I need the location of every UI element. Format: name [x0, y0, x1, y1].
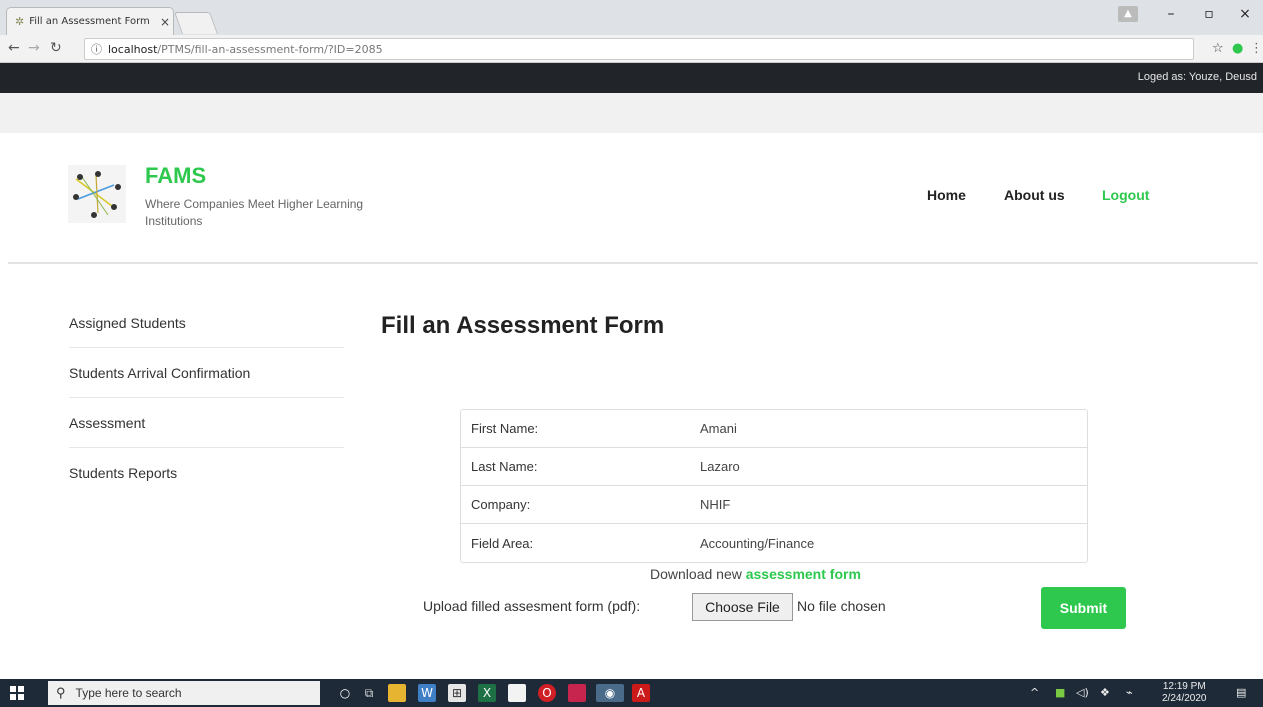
minimize-icon[interactable]: –	[1156, 6, 1186, 22]
brand-name[interactable]: FAMS	[145, 163, 206, 189]
sidebar: Assigned Students Students Arrival Confi…	[69, 298, 344, 498]
tray-expand-icon[interactable]: ^	[1030, 686, 1039, 699]
restore-icon[interactable]: ▫	[1194, 6, 1224, 22]
file-explorer-icon[interactable]	[388, 684, 406, 702]
profile-icon[interactable]: ▲	[1118, 6, 1138, 22]
dropbox-icon[interactable]: ❖	[1100, 686, 1110, 699]
download-prefix: Download new	[650, 566, 742, 582]
forward-icon[interactable]: →	[28, 40, 40, 56]
download-assessment-form-link[interactable]: assessment form	[746, 566, 861, 582]
search-icon: ⚲	[56, 685, 66, 700]
taskbar-clock[interactable]: 12:19 PM 2/24/2020	[1162, 681, 1207, 705]
nav-about[interactable]: About us	[1004, 187, 1065, 203]
table-row: First Name: Amani	[461, 410, 1087, 448]
task-view-icon[interactable]: ⧉	[360, 684, 378, 702]
tab-title: Fill an Assessment Form	[29, 16, 150, 27]
student-info-table: First Name: Amani Last Name: Lazaro Comp…	[460, 409, 1088, 563]
site-favicon-icon: ✲	[15, 15, 25, 28]
field-label: Field Area:	[471, 535, 534, 551]
browser-addressbar: ← → ↻ ⓘ localhost/PTMS/fill-an-assessmen…	[0, 35, 1263, 63]
back-icon[interactable]: ←	[8, 40, 20, 56]
logged-user-text: Loged as: Youze, Deusd	[1137, 71, 1257, 83]
choose-file-button[interactable]: Choose File	[692, 593, 793, 621]
url-host: localhost	[108, 42, 158, 56]
tray-app-icon[interactable]: ■	[1055, 686, 1065, 699]
sidebar-item-assigned-students[interactable]: Assigned Students	[69, 298, 344, 348]
tab-close-icon[interactable]: ×	[157, 15, 173, 29]
store-icon[interactable]: ⊞	[448, 684, 466, 702]
url-input[interactable]: ⓘ localhost/PTMS/fill-an-assessment-form…	[84, 38, 1194, 60]
clock-date: 2/24/2020	[1162, 693, 1207, 704]
sidebar-item-label: Assigned Students	[69, 314, 186, 331]
sidebar-item-label: Assessment	[69, 414, 146, 431]
field-value: Lazaro	[700, 459, 740, 474]
excel-app-icon[interactable]: X	[478, 684, 496, 702]
reload-icon[interactable]: ↻	[50, 40, 62, 56]
new-tab-button[interactable]	[173, 12, 219, 34]
opera-icon[interactable]: O	[538, 684, 556, 702]
field-value: NHIF	[700, 497, 731, 512]
app-icon[interactable]	[568, 684, 586, 702]
page-title: Fill an Assessment Form	[381, 312, 665, 339]
sidebar-item-label: Students Reports	[69, 465, 178, 481]
field-value: Amani	[700, 421, 737, 436]
document-app-icon[interactable]	[508, 684, 526, 702]
bookmark-star-icon[interactable]: ☆	[1212, 41, 1224, 56]
search-placeholder: Type here to search	[75, 686, 182, 700]
nav-home[interactable]: Home	[927, 187, 966, 203]
browser-tabbar: ✲ Fill an Assessment Form × ▲ – ▫ ×	[0, 0, 1263, 35]
site-info-icon[interactable]: ⓘ	[91, 41, 102, 57]
table-row: Last Name: Lazaro	[461, 448, 1087, 486]
field-label: Company:	[471, 497, 531, 512]
sidebar-item-students-reports[interactable]: Students Reports	[69, 448, 344, 498]
acrobat-icon[interactable]: A	[632, 684, 650, 702]
browser-tab[interactable]: ✲ Fill an Assessment Form ×	[6, 7, 174, 35]
table-row: Field Area: Accounting/Finance	[461, 524, 1087, 562]
window-close-icon[interactable]: ×	[1230, 6, 1260, 22]
top-strip: Loged as: Youze, Deusd	[0, 63, 1263, 93]
menu-dots-icon[interactable]: ⋮	[1250, 41, 1263, 56]
chrome-icon[interactable]: ◉	[596, 684, 624, 702]
grey-strip	[0, 93, 1263, 133]
url-path: /PTMS/fill-an-assessment-form/?ID=2085	[157, 42, 383, 56]
clock-time: 12:19 PM	[1162, 681, 1206, 692]
sidebar-item-label: Students Arrival Confirmation	[69, 364, 251, 381]
logo-image[interactable]	[68, 165, 126, 223]
word-app-icon[interactable]: W	[418, 684, 436, 702]
table-row: Company: NHIF	[461, 486, 1087, 524]
os-taskbar: ⚲ Type here to search ○ ⧉ W ⊞ X O ◉ A ^ …	[0, 679, 1263, 707]
upload-label: Upload filled assesment form (pdf):	[423, 598, 641, 614]
network-icon[interactable]: ⌁	[1126, 686, 1133, 699]
no-file-text: No file chosen	[797, 598, 886, 614]
notifications-icon[interactable]: ▤	[1236, 686, 1246, 699]
cortana-icon[interactable]: ○	[336, 684, 354, 702]
sidebar-item-arrival-confirmation[interactable]: Students Arrival Confirmation	[69, 348, 344, 398]
field-label: First Name:	[471, 421, 539, 436]
header-divider	[8, 262, 1258, 264]
volume-icon[interactable]: ◁)	[1076, 686, 1089, 699]
brand-tagline: Where Companies Meet Higher Learning Ins…	[145, 197, 364, 228]
shield-extension-icon[interactable]: ●	[1232, 41, 1243, 56]
download-line: Download new assessment form	[650, 566, 861, 582]
field-label: Last Name:	[471, 459, 538, 474]
taskbar-search-input[interactable]: ⚲ Type here to search	[48, 681, 320, 705]
nav-logout[interactable]: Logout	[1102, 187, 1149, 203]
field-value: Accounting/Finance	[700, 535, 815, 551]
submit-button[interactable]: Submit	[1041, 587, 1126, 629]
sidebar-item-assessment[interactable]: Assessment	[69, 398, 344, 448]
windows-start-icon[interactable]	[10, 686, 24, 700]
